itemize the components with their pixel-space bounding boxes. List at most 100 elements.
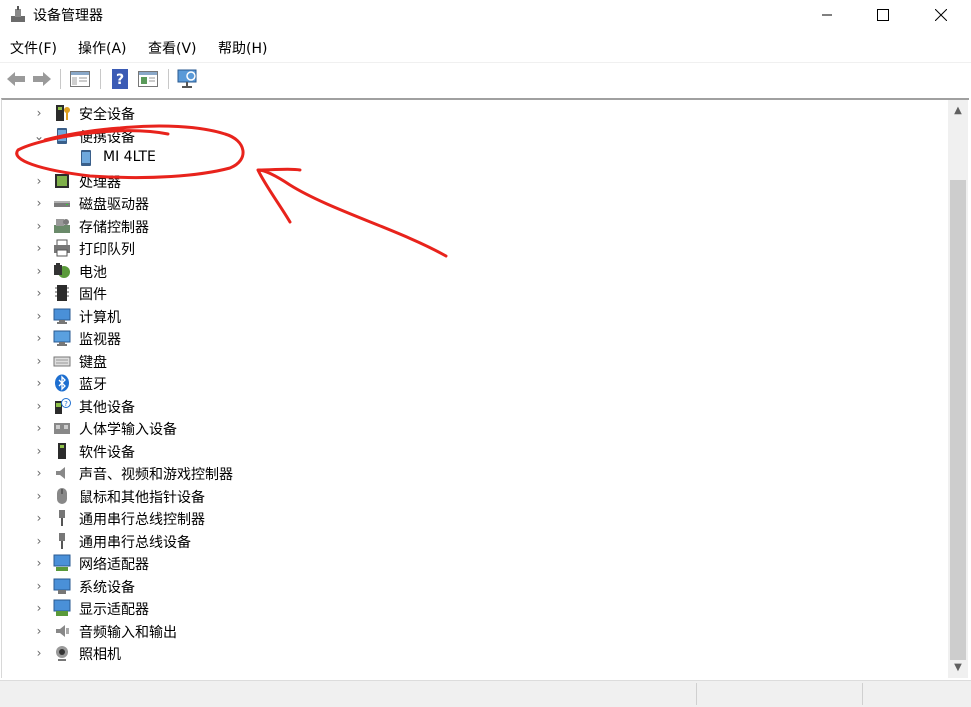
back-button[interactable]: [4, 67, 28, 91]
toolbar-separator: [168, 69, 169, 89]
expand-chevron-icon[interactable]: ›: [34, 485, 44, 507]
menu-action[interactable]: 操作(A): [78, 38, 127, 58]
expand-chevron-icon[interactable]: ›: [34, 507, 44, 529]
usb-icon: [59, 510, 65, 526]
tree-node[interactable]: ⌄ 便携设备: [2, 125, 942, 147]
expand-chevron-icon[interactable]: ›: [34, 440, 44, 462]
close-button[interactable]: [911, 0, 971, 30]
collapse-chevron-icon[interactable]: ⌄: [34, 125, 44, 147]
expand-chevron-icon[interactable]: ›: [34, 282, 44, 304]
minimize-button[interactable]: [797, 0, 857, 30]
tree-node[interactable]: › 存储控制器: [2, 215, 942, 237]
device-tree[interactable]: › 安全设备 ⌄ 便携设备 MI 4LTE › 处理器 › 磁盘驱动器 › 存储控制器 › 打印队列 › 电…: [1, 98, 969, 678]
tree-node[interactable]: › 打印队列: [2, 237, 942, 259]
storage-controller-icon: [54, 218, 70, 233]
expand-chevron-icon[interactable]: ›: [34, 260, 44, 282]
maximize-button[interactable]: [853, 0, 913, 30]
speaker-icon: [56, 467, 65, 479]
tree-node-label: 蓝牙: [79, 377, 107, 393]
usb-icon: [59, 532, 65, 549]
tree-node[interactable]: › 人体学输入设备: [2, 417, 942, 439]
tree-node[interactable]: › 电池: [2, 260, 942, 282]
scrollbar-thumb[interactable]: [950, 180, 966, 660]
show-hide-console-tree-button[interactable]: [68, 67, 92, 91]
expand-chevron-icon[interactable]: ›: [34, 215, 44, 237]
forward-button[interactable]: [30, 67, 54, 91]
tree-node-label: 音频输入和输出: [79, 624, 177, 641]
vertical-scrollbar[interactable]: ▲ ▼: [948, 100, 968, 678]
scroll-up-arrow-icon[interactable]: ▲: [948, 102, 968, 119]
scan-hardware-button[interactable]: [176, 67, 200, 91]
firmware-icon: [55, 285, 69, 301]
tree-node[interactable]: ›? 其他设备: [2, 395, 942, 417]
tree-node[interactable]: › 通用串行总线设备: [2, 530, 942, 552]
tree-node[interactable]: › 通用串行总线控制器: [2, 507, 942, 529]
tree-node-label: 便携设备: [79, 129, 135, 146]
tree-node[interactable]: › 系统设备: [2, 575, 942, 597]
tree-node[interactable]: › 磁盘驱动器: [2, 192, 942, 214]
expand-chevron-icon[interactable]: ›: [34, 575, 44, 597]
expand-chevron-icon[interactable]: ›: [34, 237, 44, 259]
tree-node[interactable]: › 监视器: [2, 327, 942, 349]
properties-button[interactable]: [136, 67, 160, 91]
expand-chevron-icon[interactable]: ›: [34, 327, 44, 349]
menu-file[interactable]: 文件(F): [10, 38, 57, 58]
software-device-icon: [58, 442, 66, 459]
expand-chevron-icon[interactable]: ›: [34, 350, 44, 372]
tree-node[interactable]: › 蓝牙: [2, 372, 942, 394]
tree-node[interactable]: › 计算机: [2, 305, 942, 327]
expand-chevron-icon[interactable]: ›: [34, 597, 44, 619]
expand-chevron-icon[interactable]: ›: [34, 530, 44, 552]
scan-monitor-icon: [177, 69, 197, 88]
tree-node-label: MI 4LTE: [103, 149, 156, 165]
tree-node[interactable]: › 键盘: [2, 350, 942, 372]
tree-node[interactable]: › 显示适配器: [2, 597, 942, 619]
expand-chevron-icon[interactable]: ›: [34, 170, 44, 192]
svg-text:?: ?: [116, 72, 124, 88]
scroll-down-arrow-icon[interactable]: ▼: [948, 659, 968, 676]
menu-view[interactable]: 查看(V): [148, 38, 197, 58]
expand-chevron-icon[interactable]: ›: [34, 642, 44, 664]
expand-chevron-icon[interactable]: ›: [34, 102, 44, 124]
expand-chevron-icon[interactable]: ›: [34, 620, 44, 642]
expand-chevron-icon[interactable]: ›: [34, 462, 44, 484]
tree-node-label: 存储控制器: [79, 219, 149, 236]
expand-chevron-icon[interactable]: ›: [34, 552, 44, 574]
tree-node[interactable]: › 照相机: [2, 642, 942, 664]
hid-icon: [54, 423, 70, 434]
tree-node[interactable]: › 鼠标和其他指针设备: [2, 485, 942, 507]
toolbar-separator: [60, 69, 61, 89]
svg-text:?: ?: [64, 400, 68, 408]
expand-chevron-icon[interactable]: ›: [34, 372, 44, 394]
expand-chevron-icon[interactable]: ›: [34, 395, 44, 417]
expand-chevron-icon[interactable]: ›: [34, 305, 44, 327]
device-manager-app-icon: [11, 6, 25, 22]
forward-arrow-icon: [33, 72, 51, 86]
expand-chevron-icon[interactable]: ›: [34, 417, 44, 439]
tree-node-label: 系统设备: [79, 579, 135, 596]
tree-node[interactable]: › 固件: [2, 282, 942, 304]
status-separator: [862, 683, 863, 705]
tree-node-label: 其他设备: [79, 399, 135, 416]
keyboard-icon: [53, 356, 71, 366]
processor-icon: [55, 173, 69, 188]
security-device-icon: [56, 105, 70, 121]
status-separator: [696, 683, 697, 705]
maximize-icon: [877, 9, 889, 21]
tree-node[interactable]: › 音频输入和输出: [2, 620, 942, 642]
phone-icon: [81, 150, 91, 166]
expand-chevron-icon[interactable]: ›: [34, 192, 44, 214]
help-button[interactable]: ?: [108, 67, 132, 91]
tree-node[interactable]: › 网络适配器: [2, 552, 942, 574]
tree-node[interactable]: › 软件设备: [2, 440, 942, 462]
console-tree-icon: [70, 71, 90, 87]
display-adapter-icon: [53, 599, 71, 616]
menu-help[interactable]: 帮助(H): [218, 38, 267, 58]
toolbar: ?: [0, 62, 971, 95]
tree-node[interactable]: › 安全设备: [2, 102, 942, 124]
tree-node[interactable]: › 声音、视频和游戏控制器: [2, 462, 942, 484]
tree-node[interactable]: › 处理器: [2, 170, 942, 192]
tree-node[interactable]: MI 4LTE: [2, 147, 942, 169]
tree-node-label: 照相机: [79, 647, 121, 663]
close-icon: [935, 9, 947, 21]
